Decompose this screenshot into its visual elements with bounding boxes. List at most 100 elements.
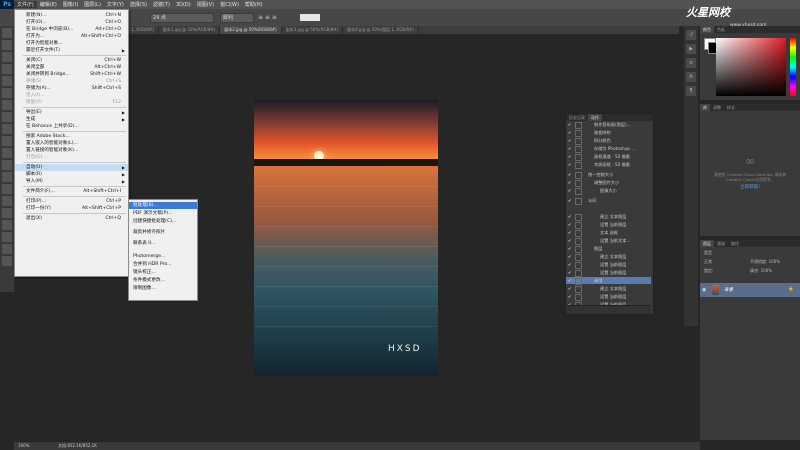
action-step-row[interactable]: 设置 当前文本... — [600, 237, 630, 244]
fill-field[interactable]: 填充: 100% — [750, 267, 772, 274]
menu-item-revert[interactable]: 恢复(V) F12 — [15, 99, 128, 106]
submenu-item-conditional-mode[interactable]: 条件模式更改... — [129, 277, 197, 284]
action-row[interactable]: 木质画框 - 50 像素 — [594, 161, 630, 168]
menu-item-open[interactable]: 打开(O)... Ctrl+O — [15, 19, 128, 26]
menu-edit[interactable]: 编辑(E) — [37, 1, 60, 8]
menu-item-place-embedded[interactable]: 置入嵌入的智能对象(L)... — [15, 140, 128, 147]
menu-item-export[interactable]: 导出(E) ▶ — [15, 109, 128, 116]
menu-item-print[interactable]: 打印(P)... Ctrl+P — [15, 198, 128, 205]
tab-adjustments[interactable]: 调整 — [710, 104, 724, 111]
antialias-select[interactable]: 犀利 — [220, 13, 254, 23]
get-now-link[interactable]: 立即获取! — [700, 184, 800, 190]
gradient-tool-icon[interactable] — [2, 160, 12, 170]
font-size-field[interactable]: 24 点 — [150, 13, 214, 23]
menu-item-automate[interactable]: 自动(U) ▶ — [15, 164, 128, 171]
marquee-tool-icon[interactable] — [2, 40, 12, 50]
menu-layer[interactable]: 图层(L) — [81, 1, 104, 8]
layer-filter-kind[interactable]: 类型 — [704, 249, 712, 256]
quick-select-tool-icon[interactable] — [2, 64, 12, 74]
menu-view[interactable]: 视图(V) — [194, 1, 217, 8]
menu-3d[interactable]: 3D(D) — [173, 2, 194, 8]
history-brush-tool-icon[interactable] — [2, 136, 12, 146]
tab-color[interactable]: 颜色 — [700, 26, 714, 33]
tab-history[interactable]: 历史记录 — [566, 114, 588, 121]
action-row-selected[interactable]: 调用 — [594, 277, 602, 284]
path-select-tool-icon[interactable] — [2, 220, 12, 230]
action-row[interactable]: 画框通道 - 50 像素 — [594, 153, 630, 160]
menu-select[interactable]: 选择(S) — [127, 1, 150, 8]
menu-item-exit[interactable]: 退出(X) Ctrl+Q — [15, 215, 128, 222]
stamp-tool-icon[interactable] — [2, 124, 12, 134]
action-set-row[interactable]: 水印 — [588, 197, 596, 204]
menu-window[interactable]: 窗口(W) — [217, 1, 242, 8]
menu-item-save[interactable]: 存储(S) Ctrl+S — [15, 78, 128, 85]
hue-slider[interactable] — [790, 38, 796, 96]
submenu-item-create-droplet[interactable]: 创建快捷批处理(C)... — [129, 218, 197, 225]
action-step-row[interactable]: 设置 当前图层 — [600, 293, 626, 300]
tab-paths[interactable]: 路径 — [728, 240, 742, 247]
blend-mode-select[interactable]: 正常 — [704, 258, 712, 265]
dodge-tool-icon[interactable] — [2, 184, 12, 194]
action-set-row[interactable]: 统一控制大小 — [588, 171, 613, 178]
tab-document[interactable]: 副本3.jpg @ 50%(RGB/8#) — [282, 26, 344, 34]
action-row[interactable]: 制作剪贴画(图层)... — [594, 121, 631, 128]
tab-layers[interactable]: 图层 — [700, 240, 714, 247]
menu-file[interactable]: 文件(F) — [14, 1, 37, 8]
tab-swatches[interactable]: 色板 — [714, 26, 728, 33]
menu-image[interactable]: 图像(I) — [60, 1, 81, 8]
menu-type[interactable]: 文字(Y) — [104, 1, 127, 8]
menu-item-share-behance[interactable]: 在 Behance 上共享(D)... — [15, 123, 128, 130]
menu-item-new[interactable]: 新建(N)... Ctrl+N — [15, 12, 128, 19]
crop-tool-icon[interactable] — [2, 76, 12, 86]
action-row[interactable]: 存储为 Photoshop ... — [594, 145, 635, 152]
brush-tool-icon[interactable] — [2, 112, 12, 122]
eye-icon[interactable]: ◉ — [702, 287, 706, 293]
submenu-item-pdf-presentation[interactable]: PDF 演示文稿(P)... — [129, 210, 197, 217]
zoom-level[interactable]: 100% — [18, 442, 29, 450]
menu-item-print-one[interactable]: 打印一份(Y) Alt+Shift+Ctrl+P — [15, 205, 128, 212]
menu-help[interactable]: 帮助(H) — [242, 1, 266, 8]
zoom-tool-icon[interactable] — [2, 256, 12, 266]
submenu-item-lens-correction[interactable]: 镜头校正... — [129, 269, 197, 276]
pen-tool-icon[interactable] — [2, 196, 12, 206]
color-field[interactable] — [716, 38, 786, 96]
tab-document-active[interactable]: 副本2.jpg @ 50%(RGB/8#) — [220, 26, 282, 34]
submenu-item-photomerge[interactable]: Photomerge... — [129, 253, 197, 260]
tab-channels[interactable]: 通道 — [714, 240, 728, 247]
menu-filter[interactable]: 滤镜(T) — [150, 1, 173, 8]
menu-item-place-linked[interactable]: 置入链接的智能对象(K)... — [15, 147, 128, 154]
action-step-row[interactable]: 设置 当前图层 — [600, 221, 626, 228]
move-tool-icon[interactable] — [2, 28, 12, 38]
actions-panel-icon[interactable]: ▶ — [686, 44, 696, 54]
action-row[interactable]: 调整图片大小 — [594, 179, 619, 186]
text-color-swatch[interactable] — [300, 14, 320, 21]
menu-item-recent[interactable]: 最近打开文件(T) ▶ — [15, 47, 128, 54]
tab-document[interactable]: 副本1.jpg @ 50%(RGB/8#) — [159, 26, 221, 34]
action-step-row[interactable]: 建立 文本图层 — [600, 285, 626, 292]
submenu-item-contact-sheet[interactable]: 联系表 II... — [129, 240, 197, 247]
menu-item-save-as[interactable]: 存储为(A)... Shift+Ctrl+S — [15, 85, 128, 92]
submenu-item-fit-image[interactable]: 限制图像... — [129, 285, 197, 292]
healing-tool-icon[interactable] — [2, 100, 12, 110]
menu-item-search-stock[interactable]: 搜索 Adobe Stock... — [15, 133, 128, 140]
action-row[interactable]: 四分颜色 — [594, 137, 611, 144]
opacity-field[interactable]: 不透明度: 100% — [750, 258, 780, 265]
lasso-tool-icon[interactable] — [2, 52, 12, 62]
action-row[interactable]: 渐变映射 — [594, 129, 611, 136]
tab-actions[interactable]: 动作 — [588, 114, 602, 121]
action-step-row[interactable]: 图像大小 — [600, 187, 617, 194]
menu-item-generate[interactable]: 生成 ▶ — [15, 116, 128, 123]
history-panel-icon[interactable]: ↺ — [686, 30, 696, 40]
document-canvas[interactable]: HXSD — [254, 100, 438, 376]
submenu-item-batch[interactable]: 批处理(B)... — [129, 202, 197, 209]
eraser-tool-icon[interactable] — [2, 148, 12, 158]
menu-item-close[interactable]: 关闭(C) Ctrl+W — [15, 57, 128, 64]
eyedropper-tool-icon[interactable] — [2, 88, 12, 98]
menu-item-import[interactable]: 导入(M) ▶ — [15, 178, 128, 185]
menu-item-package[interactable]: 打包(G)... — [15, 154, 128, 161]
menu-item-open-smart-object[interactable]: 打开为智能对象... — [15, 40, 128, 47]
menu-item-check-in[interactable]: 签入(I)... — [15, 92, 128, 99]
properties-panel-icon[interactable]: ≡ — [686, 58, 696, 68]
layer-row[interactable]: ◉ 背景 🔒 — [700, 283, 800, 297]
menu-item-browse-bridge[interactable]: 在 Bridge 中浏览(B)... Alt+Ctrl+O — [15, 26, 128, 33]
